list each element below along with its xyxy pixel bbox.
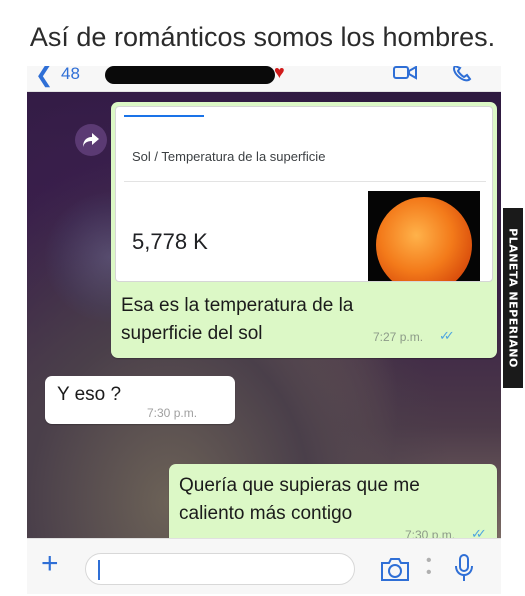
attach-plus-icon[interactable]: + — [41, 549, 59, 579]
meme-caption: Así de románticos somos los hombres. — [29, 22, 496, 52]
outgoing-message-shared-card[interactable]: Sol / Temperatura de la superficie 5,778… — [111, 102, 497, 358]
back-arrow-icon[interactable]: ❮ — [35, 66, 53, 88]
message-input-bar: + • • — [27, 538, 501, 594]
temperature-value: 5,778 K — [132, 229, 208, 254]
message-time: 7:30 p.m. — [147, 406, 198, 420]
message-text: Esa es la temperatura de la superficie d… — [121, 295, 354, 344]
message-input[interactable] — [85, 553, 355, 585]
message-text: Y eso ? — [57, 384, 122, 405]
read-ticks-icon: ✓✓ — [439, 328, 455, 343]
more-options-icon[interactable]: • • — [426, 553, 432, 581]
forward-icon — [83, 133, 99, 147]
card-breadcrumb: Sol / Temperatura de la superficie — [132, 149, 326, 164]
forward-button[interactable] — [75, 124, 107, 156]
chat-screen: ❮ 48 ♥ Sol / Temperatura de la superfici… — [27, 66, 501, 594]
redacted-contact-name — [105, 66, 275, 84]
heart-icon: ♥ — [274, 66, 285, 82]
unread-count[interactable]: 48 — [61, 66, 80, 84]
microphone-icon[interactable] — [453, 553, 475, 583]
sun-image — [368, 191, 480, 281]
search-result-card[interactable]: Sol / Temperatura de la superficie 5,778… — [115, 106, 493, 282]
text-caret — [98, 560, 100, 580]
card-accent-line — [124, 115, 204, 117]
camera-icon[interactable] — [379, 555, 411, 583]
chat-area[interactable]: Sol / Temperatura de la superficie 5,778… — [27, 92, 501, 550]
incoming-message[interactable]: Y eso ? 7:30 p.m. — [45, 376, 235, 424]
message-text: Quería que supieras que me caliento más … — [179, 475, 420, 524]
chat-header: ❮ 48 ♥ — [27, 66, 501, 92]
watermark: PLANETA NEPERIANO — [503, 208, 523, 388]
message-time: 7:27 p.m. — [373, 330, 424, 344]
card-divider — [124, 181, 486, 182]
watermark-text: PLANETA NEPERIANO — [506, 228, 520, 368]
video-call-icon[interactable] — [393, 66, 417, 80]
phone-call-icon[interactable] — [451, 66, 473, 82]
